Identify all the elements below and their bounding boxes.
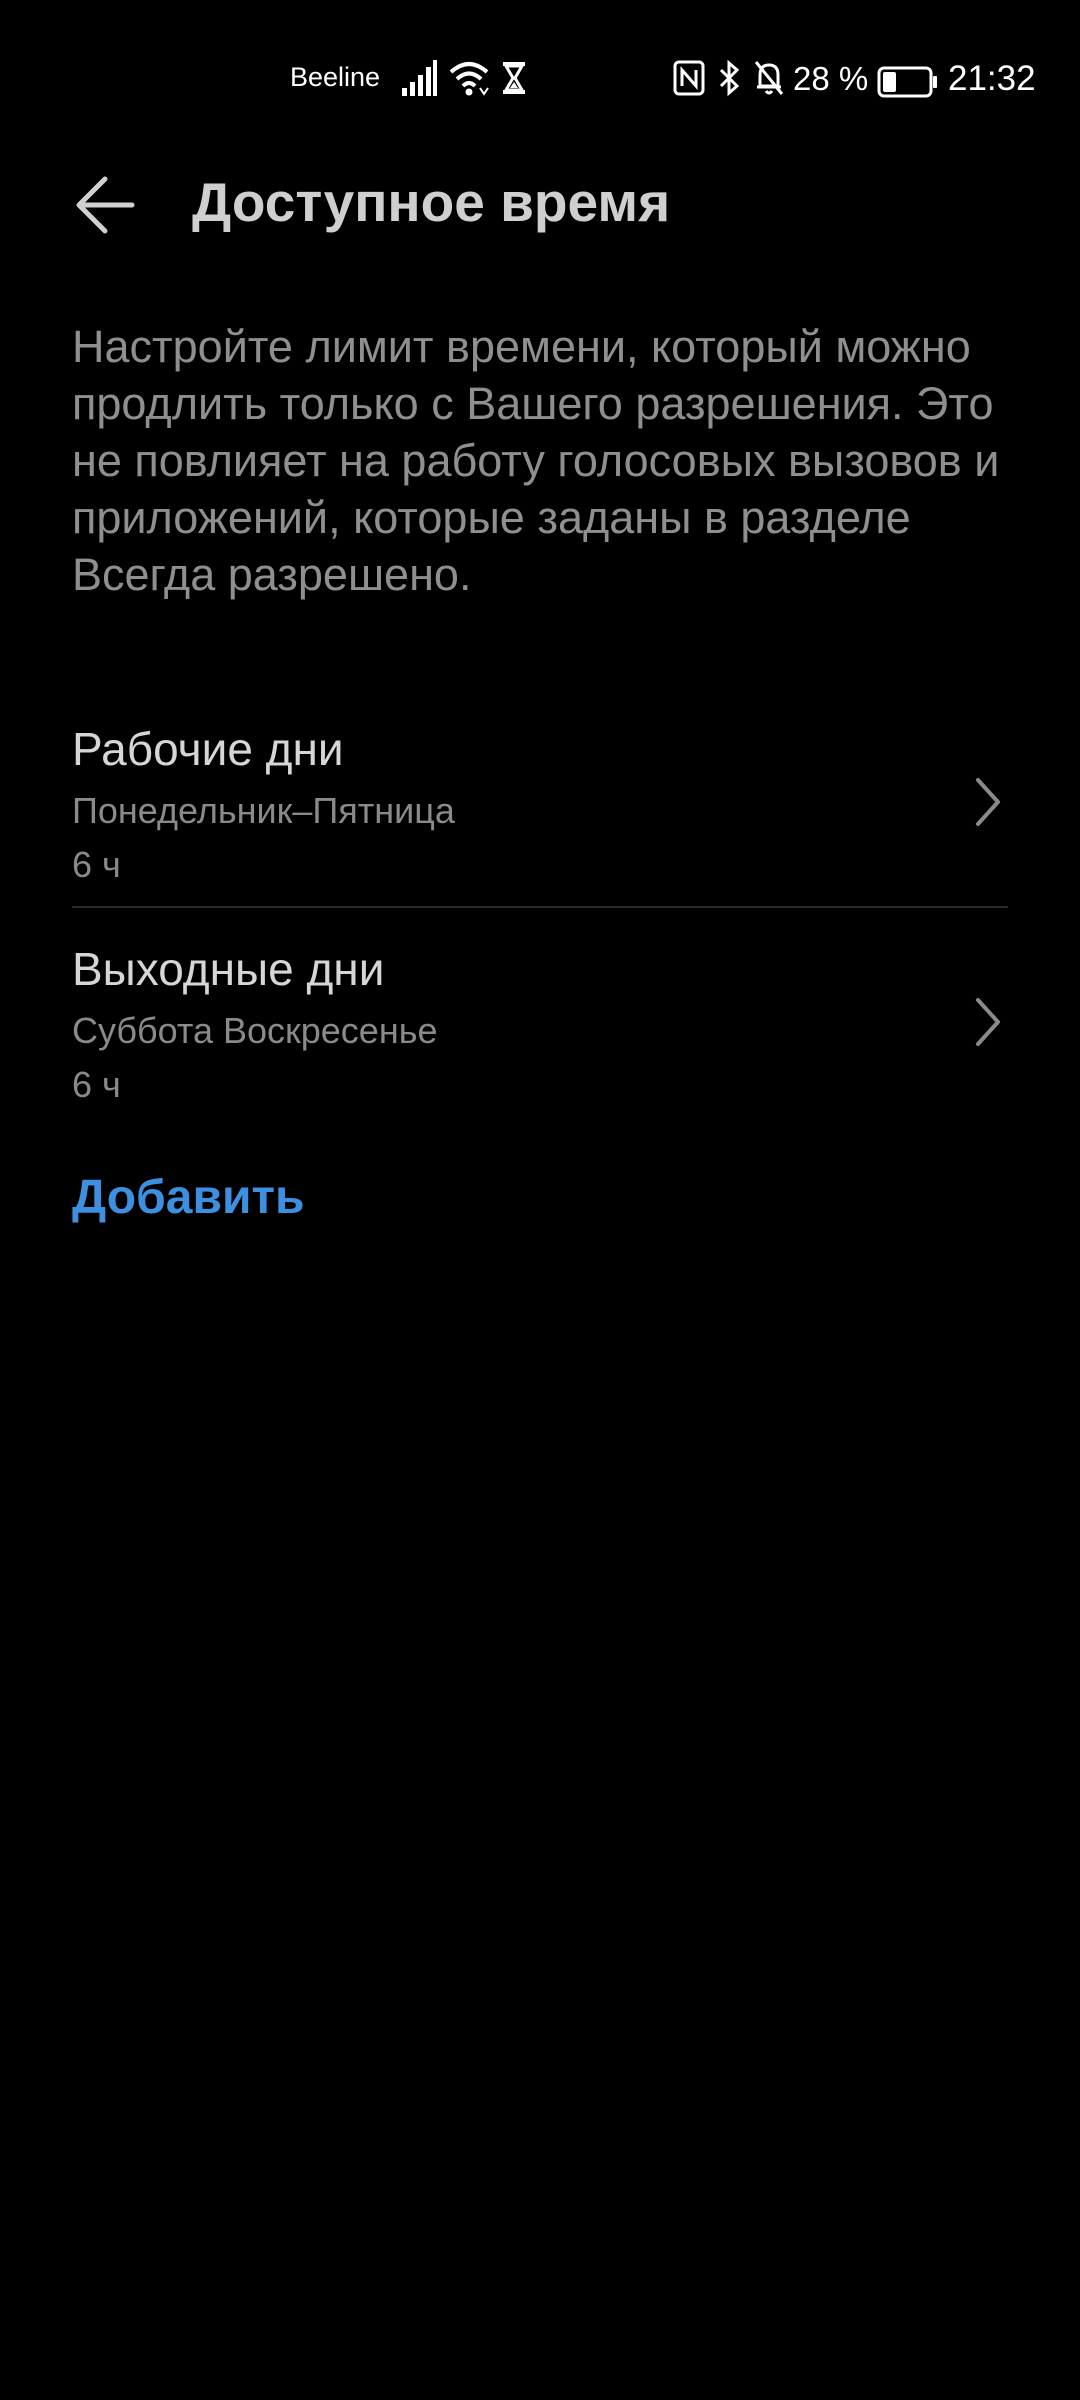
wifi-icon xyxy=(449,62,489,96)
item-title: Выходные дни xyxy=(72,943,385,995)
add-button[interactable]: Добавить xyxy=(72,1170,304,1225)
item-days: Понедельник–Пятница xyxy=(72,790,455,831)
list-item-weekend[interactable]: Выходные дни Суббота Воскресенье 6 ч xyxy=(72,942,1008,1152)
divider xyxy=(72,906,1008,908)
bluetooth-icon xyxy=(719,59,740,97)
arrow-left-icon xyxy=(76,176,135,234)
battery-percent: 28 % xyxy=(793,60,869,97)
bell-off-icon xyxy=(754,61,784,95)
signal-icon xyxy=(402,60,437,96)
carrier-name: Beeline xyxy=(290,62,381,92)
chevron-right-icon xyxy=(976,778,1000,826)
battery-icon xyxy=(877,66,937,98)
page-title: Доступное время xyxy=(192,171,671,233)
list-item-weekdays[interactable]: Рабочие дни Понедельник–Пятница 6 ч xyxy=(72,722,1008,932)
nfc-icon xyxy=(673,60,705,96)
item-days: Суббота Воскресенье xyxy=(72,1010,438,1051)
clock: 21:32 xyxy=(948,59,1036,98)
back-button[interactable] xyxy=(60,160,150,250)
chevron-right-icon xyxy=(976,998,1000,1046)
status-bar: Beeline 28 % 21:32 xyxy=(0,0,1080,160)
item-limit: 6 ч xyxy=(72,844,121,885)
description-text: Настройте лимит времени, который можно п… xyxy=(72,321,1000,600)
hourglass-icon xyxy=(503,62,525,94)
item-limit: 6 ч xyxy=(72,1064,121,1105)
item-title: Рабочие дни xyxy=(72,723,344,775)
